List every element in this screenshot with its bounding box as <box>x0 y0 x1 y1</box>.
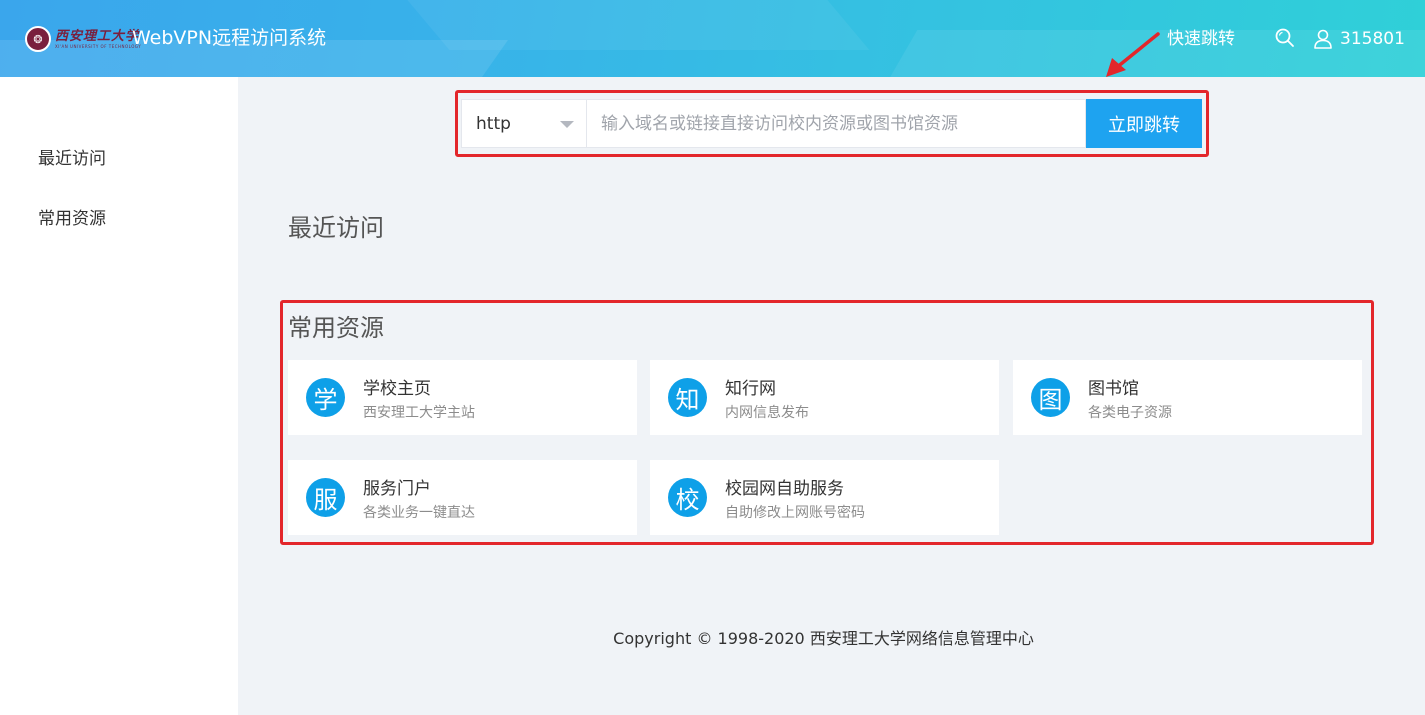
sidebar-item-common-resources[interactable]: 常用资源 <box>38 204 106 229</box>
university-logo[interactable]: ❂ 西安理工大学 XI'AN UNIVERSITY OF TECHNOLOGY <box>25 25 141 53</box>
user-icon <box>1314 29 1332 49</box>
top-header: ❂ 西安理工大学 XI'AN UNIVERSITY OF TECHNOLOGY … <box>0 0 1425 77</box>
protocol-selected-value: http <box>476 113 511 134</box>
quick-jump-bar: http 立即跳转 <box>461 99 1202 148</box>
chevron-down-icon <box>560 121 574 128</box>
resource-title: 服务门户 <box>363 479 431 499</box>
sidebar-item-recent[interactable]: 最近访问 <box>38 144 106 169</box>
copyright-text: Copyright © 1998-2020 西安理工大学网络信息管理中心 <box>613 629 1034 648</box>
common-section-title: 常用资源 <box>288 314 384 342</box>
resource-subtitle: 西安理工大学主站 <box>363 405 475 421</box>
resource-card-school-homepage[interactable]: 学 学校主页 西安理工大学主站 <box>288 360 637 435</box>
header-decoration <box>390 0 870 50</box>
user-menu[interactable]: 315801 <box>1312 26 1405 52</box>
resource-title: 学校主页 <box>363 379 431 399</box>
protocol-select[interactable]: http <box>461 99 586 148</box>
quick-jump-link[interactable]: 快速跳转 <box>1167 26 1235 52</box>
resource-subtitle: 各类业务一键直达 <box>363 505 475 521</box>
logo-text: 西安理工大学 <box>55 28 140 44</box>
jump-now-button[interactable]: 立即跳转 <box>1086 99 1202 148</box>
resource-card-service-portal[interactable]: 服 服务门户 各类业务一键直达 <box>288 460 637 535</box>
resource-badge: 校 <box>668 478 707 517</box>
resource-title: 校园网自助服务 <box>725 479 844 499</box>
resource-subtitle: 内网信息发布 <box>725 405 809 421</box>
resource-card-library[interactable]: 图 图书馆 各类电子资源 <box>1013 360 1362 435</box>
user-id: 315801 <box>1340 29 1405 49</box>
resource-subtitle: 自助修改上网账号密码 <box>725 505 865 521</box>
recent-section-title: 最近访问 <box>288 214 384 242</box>
resource-title: 图书馆 <box>1088 379 1139 399</box>
resource-badge: 服 <box>306 478 345 517</box>
resource-card-zhixing[interactable]: 知 知行网 内网信息发布 <box>650 360 999 435</box>
university-emblem-icon: ❂ <box>25 26 51 52</box>
sidebar: 最近访问 常用资源 <box>0 77 238 715</box>
footer: Copyright © 1998-2020 西安理工大学网络信息管理中心 <box>0 625 1425 649</box>
resource-title: 知行网 <box>725 379 776 399</box>
logo-subtext: XI'AN UNIVERSITY OF TECHNOLOGY <box>55 43 142 49</box>
resource-badge: 学 <box>306 378 345 417</box>
search-icon[interactable] <box>1274 27 1296 49</box>
resource-badge: 图 <box>1031 378 1070 417</box>
url-input[interactable] <box>586 99 1086 148</box>
app-title: WebVPN远程访问系统 <box>132 27 327 49</box>
resource-card-campus-network[interactable]: 校 校园网自助服务 自助修改上网账号密码 <box>650 460 999 535</box>
resource-badge: 知 <box>668 378 707 417</box>
resource-subtitle: 各类电子资源 <box>1088 405 1172 421</box>
